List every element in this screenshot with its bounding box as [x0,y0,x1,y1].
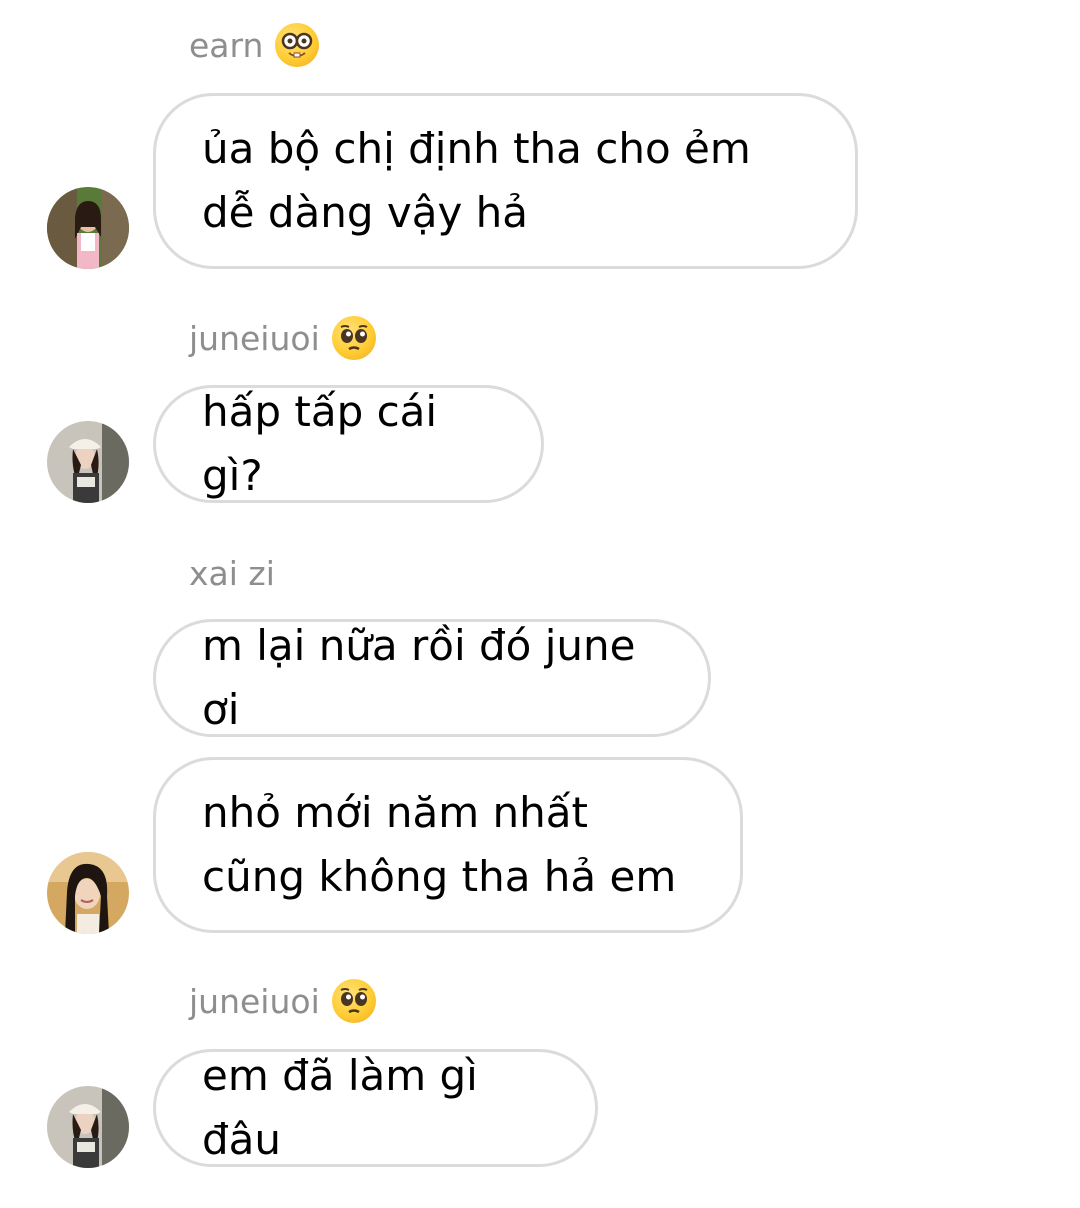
message-text: m lại nữa rồi đó june ơi [202,621,636,734]
avatar[interactable] [47,1086,129,1168]
message-text: hấp tấp cái gì? [202,387,438,500]
message-bubble[interactable]: nhỏ mới năm nhất cũng không tha hả em [153,757,743,933]
sender-name: juneiuoi [189,318,320,358]
pleading-face-icon [331,316,376,360]
nerd-face-icon [275,23,320,67]
message-bubble[interactable]: ủa bộ chị định tha cho ẻm dễ dàng vậy hả [153,93,858,269]
pleading-face-icon [331,979,376,1023]
message-bubble[interactable]: em đã làm gì đâu [153,1049,598,1167]
message-bubble[interactable]: hấp tấp cái gì? [153,385,544,503]
sender-name: xai zi [189,553,275,593]
avatar[interactable] [47,421,129,503]
message-text: em đã làm gì đâu [202,1051,478,1164]
message-bubble[interactable]: m lại nữa rồi đó june ơi [153,619,711,737]
avatar[interactable] [47,187,129,269]
sender-name: juneiuoi [189,981,320,1021]
sender-name-row: juneiuoi [189,976,376,1026]
message-text: ủa bộ chị định tha cho ẻm dễ dàng vậy hả [202,124,751,237]
avatar[interactable] [47,852,129,934]
sender-name: earn [189,25,264,65]
sender-name-row: earn [189,20,320,70]
message-text: nhỏ mới năm nhất cũng không tha hả em [202,788,677,901]
sender-name-row: xai zi [189,548,275,598]
sender-name-row: juneiuoi [189,313,376,363]
